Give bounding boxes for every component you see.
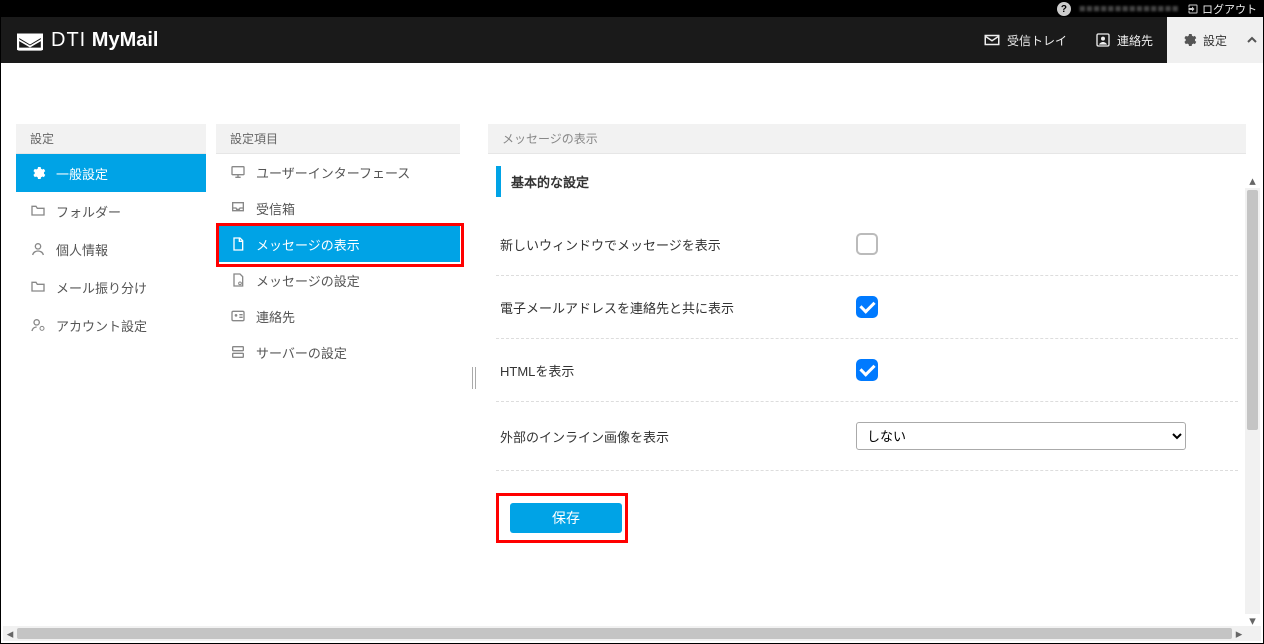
- content-wrap: 設定 一般設定 フォルダー 個人情報 メール振り分け アカウント設定: [16, 124, 1246, 632]
- label-inline-images: 外部のインライン画像を表示: [496, 427, 856, 446]
- section-folders[interactable]: フォルダー: [16, 192, 206, 230]
- scroll-track: [17, 626, 1232, 641]
- gear-icon: [1181, 32, 1197, 48]
- item-message-settings[interactable]: メッセージの設定: [216, 262, 460, 298]
- contacts-icon: [1095, 32, 1111, 48]
- section-filters[interactable]: メール振り分け: [16, 268, 206, 306]
- gear-icon: [30, 165, 46, 181]
- checkbox-show-html[interactable]: [856, 359, 878, 381]
- topbar: ? ■■■■■■■■■■■■■■ ログアウト: [1, 1, 1263, 17]
- save-wrap: 保存: [496, 503, 636, 533]
- document-icon: [230, 236, 246, 252]
- item-inbox[interactable]: 受信箱: [216, 190, 460, 226]
- item-ui[interactable]: ユーザーインターフェース: [216, 154, 460, 190]
- horizontal-scrollbar[interactable]: ◂ ▸: [3, 626, 1246, 641]
- logout-link[interactable]: ログアウト: [1187, 1, 1257, 17]
- chevron-up-icon: [1247, 35, 1257, 45]
- scroll-thumb-h[interactable]: [17, 628, 1232, 639]
- scroll-up-icon: ▴: [1245, 174, 1260, 188]
- item-contacts[interactable]: 連絡先: [216, 298, 460, 334]
- section-folders-label: フォルダー: [56, 202, 121, 221]
- nav-inbox-label: 受信トレイ: [1007, 32, 1067, 49]
- grip-icon: [472, 367, 476, 389]
- section-account-label: アカウント設定: [56, 316, 147, 335]
- row-new-window: 新しいウィンドウでメッセージを表示: [496, 213, 1238, 276]
- item-ui-label: ユーザーインターフェース: [256, 163, 410, 182]
- inbox-icon: [983, 33, 1001, 47]
- form-header: メッセージの表示: [488, 124, 1246, 154]
- document-gear-icon: [230, 272, 246, 288]
- row-email-with-contacts: 電子メールアドレスを連絡先と共に表示: [496, 276, 1238, 339]
- form-panel: メッセージの表示 基本的な設定 新しいウィンドウでメッセージを表示 電子メールア…: [488, 124, 1246, 632]
- scroll-corner: [1246, 626, 1261, 641]
- nav-contacts[interactable]: 連絡先: [1081, 17, 1167, 63]
- header: DTI MyMail 受信トレイ 連絡先 設定: [1, 17, 1263, 63]
- nav-inbox[interactable]: 受信トレイ: [969, 17, 1081, 63]
- person-gear-icon: [30, 317, 46, 333]
- item-message-settings-label: メッセージの設定: [256, 271, 360, 290]
- label-new-window: 新しいウィンドウでメッセージを表示: [496, 235, 856, 254]
- server-icon: [230, 344, 246, 360]
- monitor-icon: [230, 164, 246, 180]
- nav-caret[interactable]: [1241, 17, 1263, 63]
- brand-mymail: MyMail: [92, 29, 159, 51]
- settings-sections-column: 設定 一般設定 フォルダー 個人情報 メール振り分け アカウント設定: [16, 124, 206, 632]
- section-identities-label: 個人情報: [56, 240, 108, 259]
- form-scroll: 基本的な設定 新しいウィンドウでメッセージを表示 電子メールアドレスを連絡先と共…: [488, 154, 1246, 632]
- save-button[interactable]: 保存: [510, 503, 622, 533]
- envelope-icon: [17, 29, 43, 51]
- vertical-scrollbar[interactable]: ▴ ▾: [1245, 188, 1260, 614]
- label-show-html: HTMLを表示: [496, 361, 856, 380]
- section-general-label: 一般設定: [56, 164, 108, 183]
- nav-settings[interactable]: 設定: [1167, 17, 1241, 63]
- item-message-display-label: メッセージの表示: [256, 235, 360, 254]
- person-icon: [30, 241, 46, 257]
- col1-header: 設定: [16, 124, 206, 154]
- scroll-left-icon: ◂: [3, 626, 17, 642]
- item-server[interactable]: サーバーの設定: [216, 334, 460, 370]
- label-email-with-contacts: 電子メールアドレスを連絡先と共に表示: [496, 298, 856, 317]
- nav-tabs: 受信トレイ 連絡先 設定: [969, 17, 1263, 63]
- row-inline-images: 外部のインライン画像を表示 しない: [496, 402, 1238, 471]
- scroll-thumb[interactable]: [1247, 190, 1258, 430]
- row-show-html: HTMLを表示: [496, 339, 1238, 402]
- user-email-obscured: ■■■■■■■■■■■■■■: [1079, 3, 1179, 15]
- main: 設定 一般設定 フォルダー 個人情報 メール振り分け アカウント設定: [2, 64, 1262, 642]
- folder-icon: [30, 279, 46, 295]
- section-identities[interactable]: 個人情報: [16, 230, 206, 268]
- item-contacts-label: 連絡先: [256, 307, 295, 326]
- brand-dti: DTI: [51, 29, 86, 51]
- folder-icon: [30, 203, 46, 219]
- checkbox-email-with-contacts[interactable]: [856, 296, 878, 318]
- col2-header: 設定項目: [216, 124, 460, 154]
- brand: DTI MyMail: [1, 17, 158, 63]
- select-inline-images[interactable]: しない: [856, 422, 1186, 450]
- logout-label: ログアウト: [1202, 1, 1257, 17]
- item-inbox-label: 受信箱: [256, 199, 295, 218]
- checkbox-new-window[interactable]: [856, 233, 878, 255]
- item-message-display[interactable]: メッセージの表示: [216, 226, 460, 262]
- nav-contacts-label: 連絡先: [1117, 32, 1153, 49]
- nav-settings-label: 設定: [1203, 32, 1227, 49]
- inbox-icon: [230, 200, 246, 216]
- scroll-right-icon: ▸: [1232, 626, 1246, 642]
- logout-icon: [1187, 3, 1199, 15]
- section-account[interactable]: アカウント設定: [16, 306, 206, 344]
- section-title: 基本的な設定: [496, 166, 1238, 197]
- section-filters-label: メール振り分け: [56, 278, 147, 297]
- item-server-label: サーバーの設定: [256, 343, 347, 362]
- section-general[interactable]: 一般設定: [16, 154, 206, 192]
- column-divider[interactable]: [470, 124, 478, 632]
- help-icon[interactable]: ?: [1057, 2, 1071, 16]
- settings-items-column: 設定項目 ユーザーインターフェース 受信箱 メッセージの表示 メッセージの設定 …: [216, 124, 460, 632]
- card-icon: [230, 308, 246, 324]
